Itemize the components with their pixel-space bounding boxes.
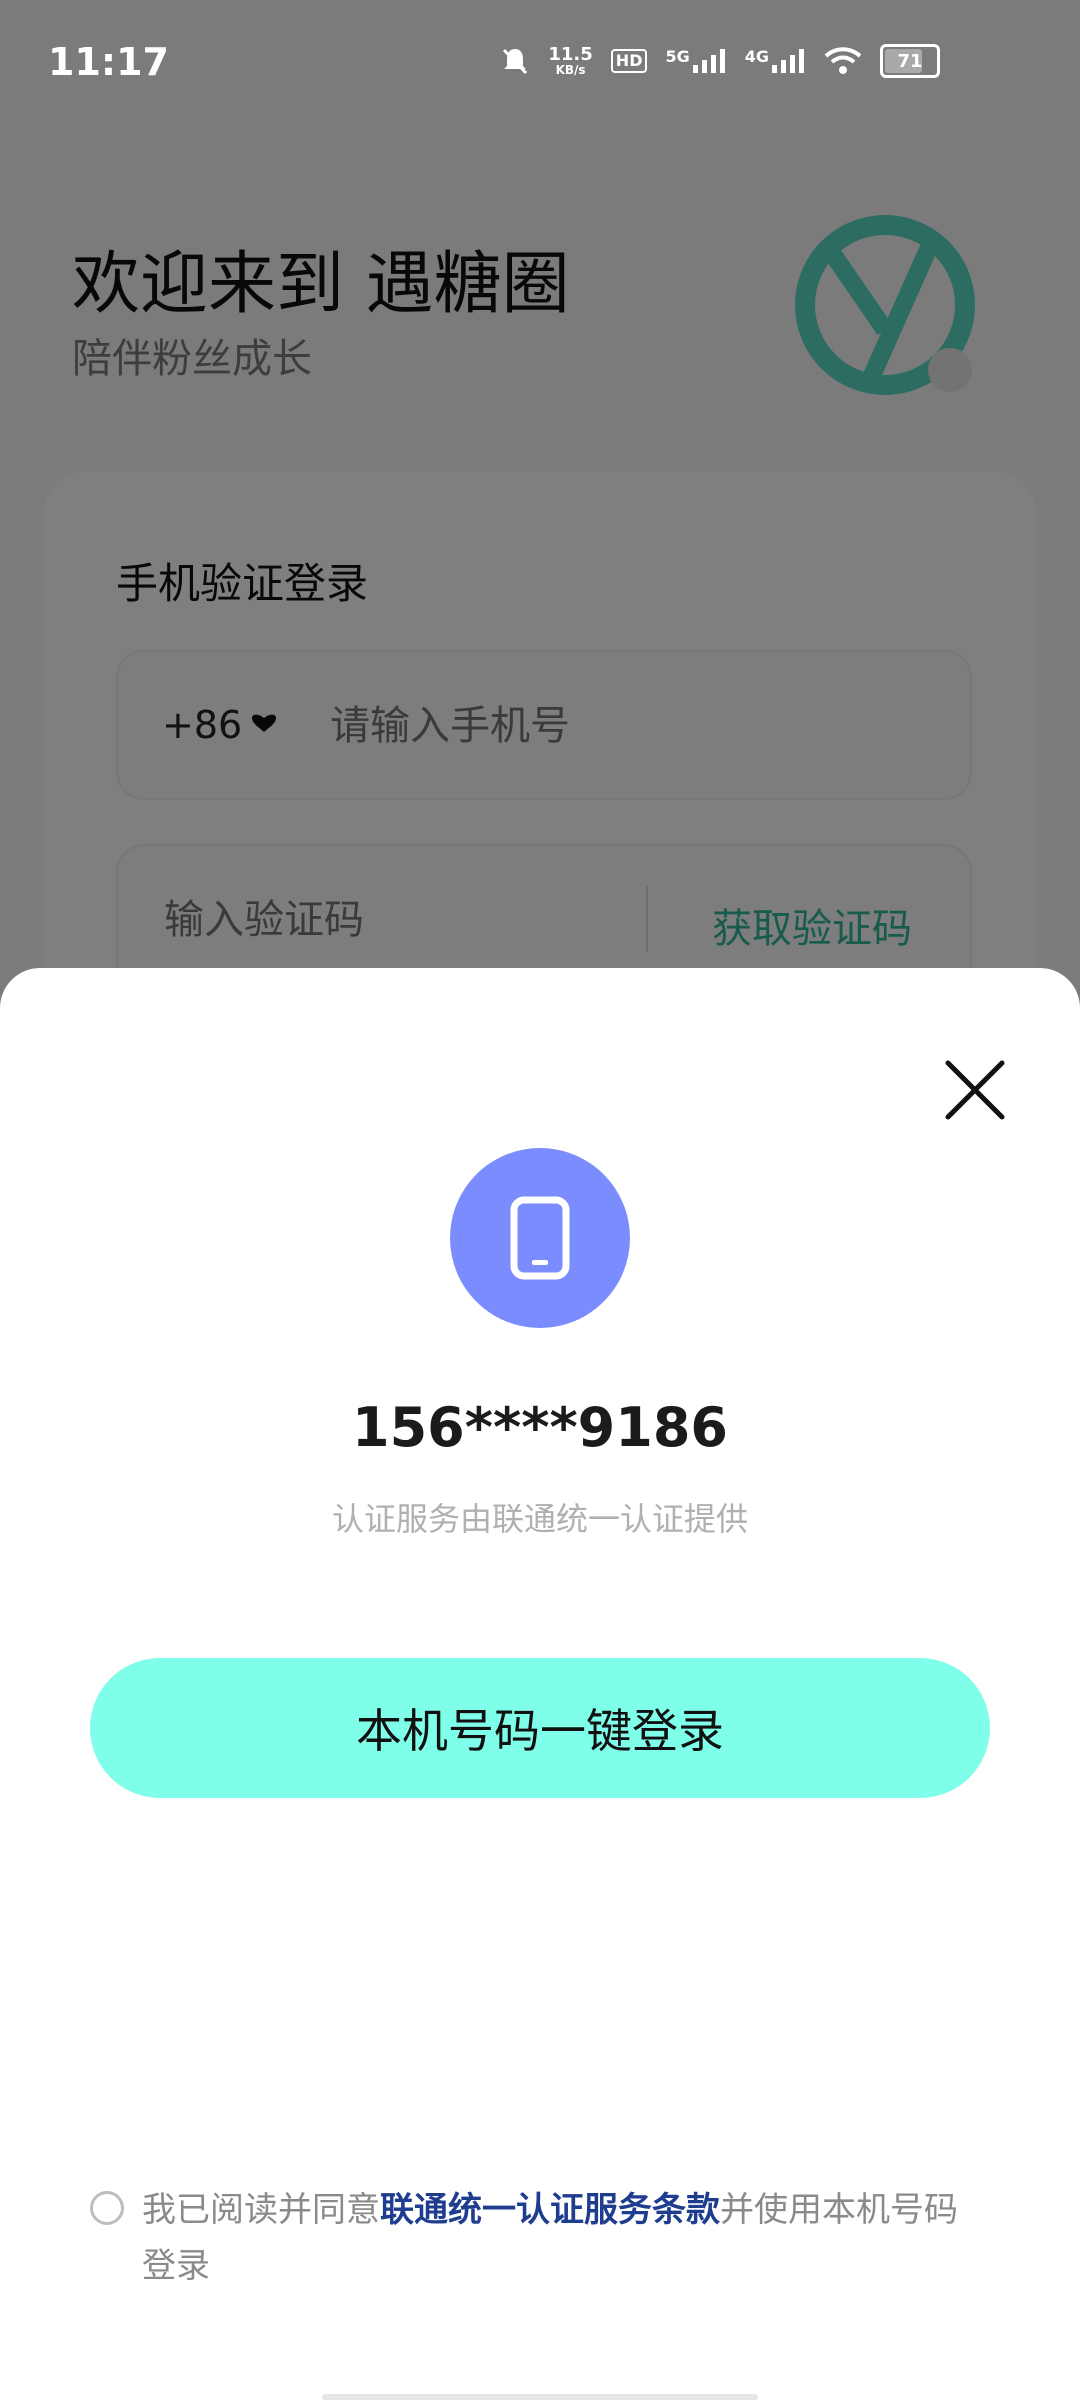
terms-link[interactable]: 联通统一认证服务条款 xyxy=(380,2190,720,2230)
signal-icon xyxy=(772,49,804,73)
net-speed: 11.5 KB/s xyxy=(548,44,593,77)
wifi-icon xyxy=(824,47,862,74)
hd-badge: HD xyxy=(610,49,648,73)
status-icons: 11.5 KB/s HD 5G 4G 71 xyxy=(500,44,940,78)
battery-icon: 71 xyxy=(880,44,940,78)
close-icon[interactable] xyxy=(940,1055,1010,1125)
mute-icon xyxy=(503,48,528,75)
phone-icon xyxy=(450,1148,630,1328)
sim1-signal: 5G xyxy=(665,49,726,73)
agreement-text: 我已阅读并同意联通统一认证服务条款并使用本机号码登录 xyxy=(142,2190,958,2286)
sim2-signal: 4G xyxy=(745,49,806,73)
masked-phone-number: 156****9186 xyxy=(352,1396,728,1459)
status-time: 11:17 xyxy=(48,40,169,84)
signal-icon xyxy=(692,49,725,73)
auth-provider-text: 认证服务由联通统一认证提供 xyxy=(331,1500,748,1538)
one-click-login-button[interactable]: 本机号码一键登录 xyxy=(90,1658,990,1798)
agreement-checkbox[interactable] xyxy=(90,2191,124,2225)
home-indicator xyxy=(322,2394,758,2400)
status-bar: 11:17 11.5 KB/s HD 5G 4G 71 xyxy=(0,0,1080,120)
